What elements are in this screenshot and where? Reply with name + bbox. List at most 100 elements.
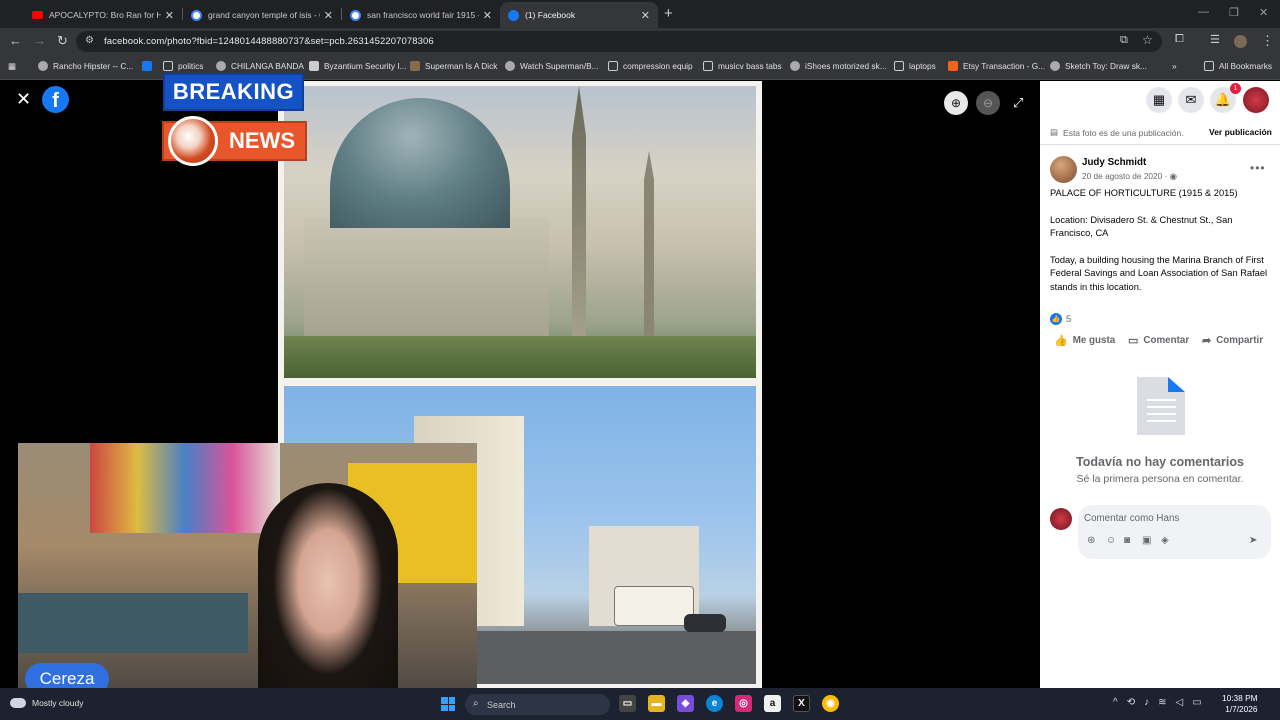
send-icon[interactable]: ➤: [1249, 535, 1257, 546]
x-twitter-icon[interactable]: X: [793, 695, 810, 712]
globe-icon: [38, 61, 48, 71]
site-info-icon[interactable]: ⚙: [85, 35, 94, 46]
microphone-icon[interactable]: ♪: [1144, 697, 1149, 708]
menu-dots-icon[interactable]: ⋮: [1261, 33, 1274, 49]
folder-icon: [163, 61, 173, 71]
author-avatar[interactable]: [1050, 156, 1077, 183]
like-button[interactable]: 👍 Me gusta: [1054, 334, 1115, 347]
bookmark-item[interactable]: Byzantium Security I...: [309, 61, 407, 71]
close-tab-icon[interactable]: ✕: [641, 9, 650, 22]
apps-grid-icon[interactable]: ▦: [8, 61, 16, 71]
bookmark-item[interactable]: Watch Superman/B...: [505, 61, 599, 71]
more-bookmarks-icon[interactable]: »: [1172, 61, 1177, 71]
avatar-sticker-icon[interactable]: ⊛: [1087, 535, 1095, 546]
minimize-icon[interactable]: —: [1198, 6, 1209, 18]
close-tab-icon[interactable]: ✕: [165, 9, 174, 22]
sticker-icon[interactable]: ◈: [1161, 535, 1169, 546]
copilot-icon[interactable]: ◆: [677, 695, 694, 712]
folder-icon: [894, 61, 904, 71]
extensions-icon[interactable]: ⧠: [1175, 33, 1184, 46]
gif-icon[interactable]: ▣: [1142, 535, 1151, 546]
reaction-count[interactable]: 👍 5: [1050, 313, 1071, 325]
post-date[interactable]: 20 de agosto de 2020 · ◉: [1082, 171, 1177, 181]
bookmark-item[interactable]: Superman Is A Dick: [410, 61, 497, 71]
bookmark-folder[interactable]: laptops: [894, 61, 936, 71]
bookmark-folder[interactable]: compression equip: [608, 61, 693, 71]
chevron-up-icon[interactable]: ^: [1113, 697, 1118, 708]
share-label: Compartir: [1216, 335, 1264, 346]
start-icon[interactable]: [441, 697, 455, 711]
volume-icon[interactable]: ◁: [1175, 697, 1183, 708]
bookmark-label: All Bookmarks: [1219, 61, 1273, 71]
author-name[interactable]: Judy Schmidt: [1082, 157, 1146, 168]
weather-widget[interactable]: Mostly cloudy: [10, 698, 84, 708]
bookmark-label: laptops: [909, 61, 936, 71]
facebook-logo[interactable]: f: [42, 86, 69, 113]
globe-icon: ◉: [1169, 171, 1177, 181]
reading-list-icon[interactable]: ☰: [1210, 33, 1220, 46]
share-button[interactable]: ➦ Compartir: [1202, 334, 1263, 347]
tab-apocalypto[interactable]: APOCALYPTO: Bro Ran for His L ✕: [24, 2, 182, 28]
menu-grid-icon[interactable]: ▦: [1146, 87, 1172, 113]
zoom-out-icon[interactable]: ⊖: [976, 91, 1000, 115]
edge-icon[interactable]: e: [706, 695, 723, 712]
bookmark-item[interactable]: CHILANGA BANDA: [216, 61, 304, 71]
emoji-icon[interactable]: ☺: [1106, 535, 1116, 546]
bookmark-item[interactable]: [142, 61, 157, 71]
back-icon[interactable]: ←: [9, 33, 22, 48]
new-tab-icon[interactable]: +: [664, 5, 673, 22]
fullscreen-icon[interactable]: ⤢: [1013, 95, 1023, 111]
battery-icon[interactable]: ▭: [1192, 697, 1201, 708]
zoom-in-icon[interactable]: ⊕: [944, 91, 968, 115]
comment-input[interactable]: [1084, 509, 1254, 527]
tab-grand-canyon[interactable]: grand canyon temple of isis - G ✕: [183, 2, 341, 28]
tab-label: san francisco world fair 1915 -: [367, 10, 479, 20]
close-tab-icon[interactable]: ✕: [483, 9, 492, 22]
folder-icon: [703, 61, 713, 71]
bookmark-label: Rancho Hipster -- C...: [53, 61, 134, 71]
close-icon[interactable]: ✕: [16, 89, 31, 110]
forward-icon[interactable]: →: [33, 33, 46, 48]
account-avatar[interactable]: [1243, 87, 1269, 113]
reload-icon[interactable]: ↻: [57, 33, 68, 49]
amazon-icon[interactable]: a: [764, 695, 781, 712]
comment-box[interactable]: ⊛ ☺ ◙ ▣ ◈ ➤: [1078, 505, 1271, 559]
file-explorer-icon[interactable]: ▬: [648, 695, 665, 712]
sync-icon[interactable]: ⟲: [1127, 697, 1135, 708]
comment-button[interactable]: ▭ Comentar: [1128, 334, 1189, 347]
bookmark-item[interactable]: Rancho Hipster -- C...: [38, 61, 133, 71]
bookmark-star-icon[interactable]: ☆: [1142, 33, 1153, 47]
messenger-icon[interactable]: ✉: [1178, 87, 1204, 113]
bookmark-label: musicv bass tabs: [718, 61, 782, 71]
bookmark-folder[interactable]: politics: [163, 61, 203, 71]
bookmark-item[interactable]: Sketch Toy: Draw sk...: [1050, 61, 1147, 71]
tab-facebook[interactable]: (1) Facebook ✕: [500, 2, 658, 28]
tab-label: grand canyon temple of isis - G: [208, 10, 320, 20]
post-text-body: Today, a building housing the Marina Bra…: [1050, 255, 1268, 292]
close-window-icon[interactable]: ✕: [1259, 6, 1268, 19]
close-tab-icon[interactable]: ✕: [324, 9, 333, 22]
all-bookmarks[interactable]: All Bookmarks: [1204, 61, 1272, 71]
address-bar[interactable]: ⚙ facebook.com/photo?fbid=12480144888807…: [76, 31, 1162, 52]
url-text: facebook.com/photo?fbid=1248014488880737…: [104, 36, 434, 47]
cast-icon[interactable]: ⧉: [1120, 34, 1128, 47]
clock[interactable]: 10:38 PM 1/7/2026: [1222, 693, 1258, 715]
tab-sf-world-fair[interactable]: san francisco world fair 1915 - ✕: [342, 2, 500, 28]
wifi-icon[interactable]: ≋: [1158, 697, 1166, 708]
bookmark-item[interactable]: Etsy Transaction - G...: [948, 61, 1045, 71]
chrome-icon[interactable]: ◉: [822, 695, 839, 712]
tab-strip: APOCALYPTO: Bro Ran for His L ✕ grand ca…: [0, 0, 1280, 28]
camera-icon[interactable]: ◙: [1124, 535, 1130, 546]
task-view-icon[interactable]: ▭: [619, 695, 636, 712]
bookmark-item[interactable]: iShoes motorized sk...: [790, 61, 887, 71]
post-text-title: PALACE OF HORTICULTURE (1915 & 2015): [1050, 188, 1238, 198]
see-publication-link[interactable]: Ver publicación: [1209, 127, 1272, 137]
profile-avatar-icon[interactable]: [1234, 35, 1247, 48]
publication-note: ▤ Esta foto es de una publicación.: [1050, 127, 1184, 138]
taskbar-search[interactable]: ⌕ Search: [465, 694, 610, 715]
maximize-icon[interactable]: ❐: [1229, 6, 1239, 19]
bookmark-label: iShoes motorized sk...: [805, 61, 887, 71]
instagram-icon[interactable]: ◎: [735, 695, 752, 712]
more-options-icon[interactable]: •••: [1250, 161, 1266, 175]
bookmark-folder[interactable]: musicv bass tabs: [703, 61, 782, 71]
